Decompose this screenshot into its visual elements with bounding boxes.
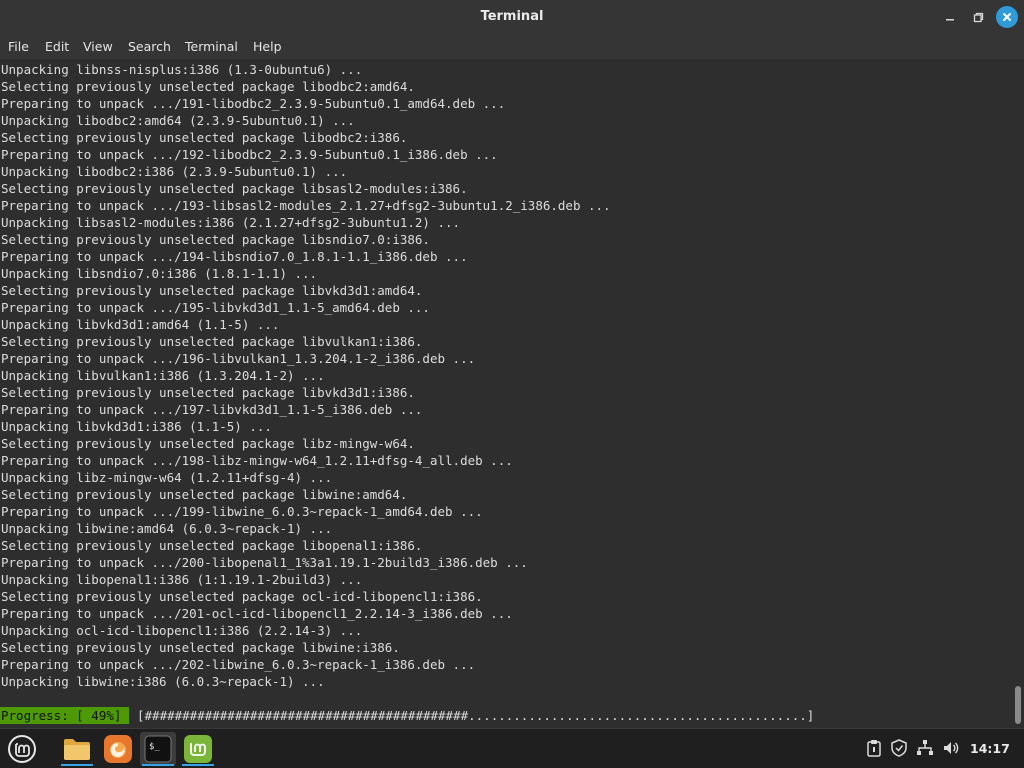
network-icon	[917, 740, 933, 755]
menu-search[interactable]: Search	[128, 39, 171, 54]
terminal-line: Selecting previously unselected package …	[1, 487, 408, 502]
terminal-line: Unpacking libz-mingw-w64 (1.2.11+dfsg-4)…	[1, 470, 333, 485]
terminal-line: Selecting previously unselected package …	[1, 385, 415, 400]
terminal-running-indicator	[142, 764, 174, 766]
terminal-line: Preparing to unpack .../197-libvkd3d1_1.…	[1, 402, 423, 417]
menu-bar: File Edit View Search Terminal Help	[0, 34, 1024, 59]
window-title: Terminal	[480, 9, 544, 24]
files-folder-icon	[64, 739, 90, 760]
terminal-line: Selecting previously unselected package …	[1, 640, 400, 655]
terminal-line: Selecting previously unselected package …	[1, 283, 423, 298]
progress-label: Progress: [ 49%]	[0, 707, 129, 724]
close-icon	[1003, 13, 1011, 21]
update-manager-launcher[interactable]	[180, 732, 216, 766]
menu-help[interactable]: Help	[253, 39, 282, 54]
terminal-line: Preparing to unpack .../198-libz-mingw-w…	[1, 453, 513, 468]
mint-menu-icon	[8, 735, 36, 763]
maximize-button[interactable]	[968, 7, 988, 27]
clock[interactable]: 14:17	[970, 741, 1010, 756]
terminal-scrollbar[interactable]	[1014, 59, 1024, 728]
terminal-line: Selecting previously unselected package …	[1, 181, 468, 196]
terminal-line: Preparing to unpack .../194-libsndio7.0_…	[1, 249, 468, 264]
firefox-launcher[interactable]	[100, 732, 136, 766]
terminal-line: Selecting previously unselected package …	[1, 79, 415, 94]
shield-icon	[891, 739, 907, 757]
menu-file[interactable]: File	[8, 39, 29, 54]
update-manager-running-indicator	[182, 764, 214, 766]
terminal-line: Unpacking libopenal1:i386 (1:1.19.1-2bui…	[1, 572, 363, 587]
taskbar: $_ 14:17	[0, 728, 1024, 768]
terminal-line: Unpacking libsasl2-modules:i386 (2.1.27+…	[1, 215, 461, 230]
network-tray[interactable]	[914, 737, 936, 759]
terminal-line: Unpacking libsndio7.0:i386 (1.8.1-1.1) .…	[1, 266, 318, 281]
files-launcher[interactable]	[59, 732, 95, 766]
terminal-line: Preparing to unpack .../196-libvulkan1_1…	[1, 351, 476, 366]
terminal-line: Selecting previously unselected package …	[1, 538, 423, 553]
restore-icon	[973, 12, 983, 22]
close-button[interactable]	[996, 6, 1018, 28]
shield-tray[interactable]	[888, 737, 910, 759]
minimize-button[interactable]	[940, 7, 960, 27]
terminal-line: Unpacking libodbc2:i386 (2.3.9-5ubuntu0.…	[1, 164, 348, 179]
terminal-line: Preparing to unpack .../199-libwine_6.0.…	[1, 504, 483, 519]
terminal-line: Unpacking libvkd3d1:i386 (1.1-5) ...	[1, 419, 272, 434]
terminal-line: Preparing to unpack .../191-libodbc2_2.3…	[1, 96, 506, 111]
menu-terminal[interactable]: Terminal	[185, 39, 238, 54]
terminal-line: Unpacking libwine:amd64 (6.0.3~repack-1)…	[1, 521, 333, 536]
volume-icon	[944, 742, 959, 754]
terminal-line: Preparing to unpack .../200-libopenal1_1…	[1, 555, 528, 570]
terminal-line: Unpacking libodbc2:amd64 (2.3.9-5ubuntu0…	[1, 113, 355, 128]
scrollbar-thumb[interactable]	[1015, 686, 1021, 724]
terminal-line: Selecting previously unselected package …	[1, 334, 423, 349]
terminal-output[interactable]: Unpacking libnss-nisplus:i386 (1.3-0ubun…	[0, 59, 1014, 728]
terminal-line: Preparing to unpack .../192-libodbc2_2.3…	[1, 147, 498, 162]
minimize-icon	[946, 19, 954, 21]
terminal-line: Unpacking libwine:i386 (6.0.3~repack-1) …	[1, 674, 325, 689]
clipboard-tray[interactable]	[863, 737, 885, 759]
clipboard-icon	[867, 740, 881, 757]
terminal-line: Selecting previously unselected package …	[1, 589, 483, 604]
files-running-indicator	[61, 764, 93, 766]
terminal-line: Unpacking libvkd3d1:amd64 (1.1-5) ...	[1, 317, 280, 332]
volume-tray[interactable]	[940, 737, 962, 759]
terminal-line: Preparing to unpack .../195-libvkd3d1_1.…	[1, 300, 430, 315]
terminal-line: Selecting previously unselected package …	[1, 130, 408, 145]
terminal-line: Unpacking ocl-icd-libopencl1:i386 (2.2.1…	[1, 623, 363, 638]
mint-menu-button[interactable]	[4, 732, 40, 766]
terminal-line: Preparing to unpack .../201-ocl-icd-libo…	[1, 606, 513, 621]
firefox-icon	[104, 735, 132, 763]
terminal-line: Preparing to unpack .../202-libwine_6.0.…	[1, 657, 476, 672]
terminal-line: Selecting previously unselected package …	[1, 436, 415, 451]
window-titlebar[interactable]: Terminal	[0, 0, 1024, 34]
terminal-line: Unpacking libnss-nisplus:i386 (1.3-0ubun…	[1, 62, 363, 77]
terminal-launcher[interactable]: $_	[140, 732, 176, 766]
terminal-line: Preparing to unpack .../193-libsasl2-mod…	[1, 198, 611, 213]
menu-edit[interactable]: Edit	[45, 39, 69, 54]
mint-update-manager-icon	[184, 735, 212, 763]
menu-view[interactable]: View	[83, 39, 113, 54]
progress-bar-text: [#######################################…	[137, 708, 815, 723]
svg-text:$_: $_	[149, 742, 160, 752]
terminal-icon: $_	[144, 735, 172, 763]
terminal-line: Selecting previously unselected package …	[1, 232, 430, 247]
terminal-line: Unpacking libvulkan1:i386 (1.3.204.1-2) …	[1, 368, 325, 383]
